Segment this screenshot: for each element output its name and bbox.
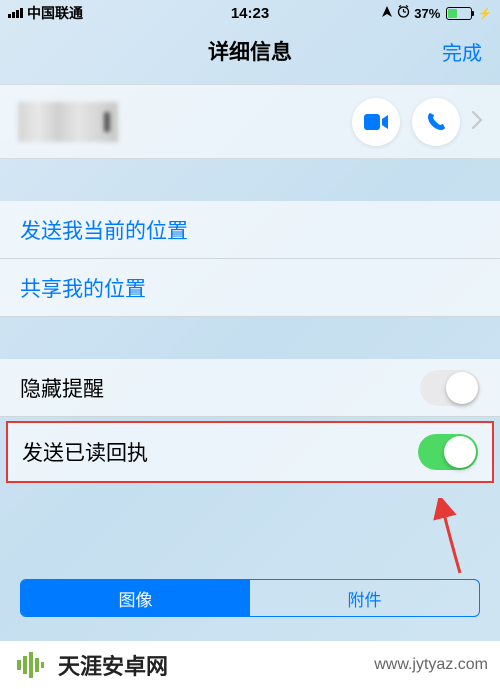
done-button[interactable]: 完成 [442,37,482,66]
tab-attachments[interactable]: 附件 [250,580,479,616]
charging-icon: ⚡ [478,7,492,20]
status-time: 14:23 [231,5,269,22]
battery-icon [446,7,472,20]
status-bar: 中国联通 14:23 37% ⚡ [0,0,500,26]
hide-alerts-toggle[interactable] [420,370,480,406]
alarm-icon [397,5,410,21]
media-tabs: 图像 附件 [20,579,480,617]
contact-actions [352,98,482,146]
battery-percent: 37% [414,6,440,21]
send-current-location-row[interactable]: 发送我当前的位置 [0,201,500,259]
watermark-url: www.jytyaz.com [374,656,488,674]
watermark-logo-icon [12,647,48,683]
audio-call-button[interactable] [412,98,460,146]
send-current-location-label: 发送我当前的位置 [20,215,188,245]
tab-images-label: 图像 [119,586,153,611]
tab-images[interactable]: 图像 [21,580,250,616]
watermark-name: 天涯安卓网 [58,649,168,681]
read-receipts-toggle[interactable] [418,434,478,470]
video-call-button[interactable] [352,98,400,146]
arrow-annotation-icon [430,498,470,578]
share-location-label: 共享我的位置 [20,273,146,303]
chevron-right-icon [472,109,482,135]
signal-icon [8,8,23,18]
carrier-label: 中国联通 [27,3,83,23]
phone-icon [425,111,447,133]
navigation-icon [381,6,393,21]
tab-attachments-label: 附件 [348,586,382,611]
nav-bar: 详细信息 完成 [0,26,500,76]
page-title: 详细信息 [208,36,292,66]
contact-avatar-blurred [18,102,118,142]
contact-row[interactable] [0,84,500,159]
hide-alerts-label: 隐藏提醒 [20,373,104,403]
hide-alerts-row: 隐藏提醒 [0,359,500,417]
read-receipts-row: 发送已读回执 [8,423,492,481]
toggle-knob [446,372,478,404]
video-icon [364,114,388,130]
read-receipts-label: 发送已读回执 [22,437,148,467]
status-right: 37% ⚡ [381,5,492,21]
highlight-annotation: 发送已读回执 [6,421,494,483]
toggle-knob [444,436,476,468]
share-location-row[interactable]: 共享我的位置 [0,259,500,317]
status-left: 中国联通 [8,3,83,23]
watermark-bar: 天涯安卓网 www.jytyaz.com [0,641,500,689]
